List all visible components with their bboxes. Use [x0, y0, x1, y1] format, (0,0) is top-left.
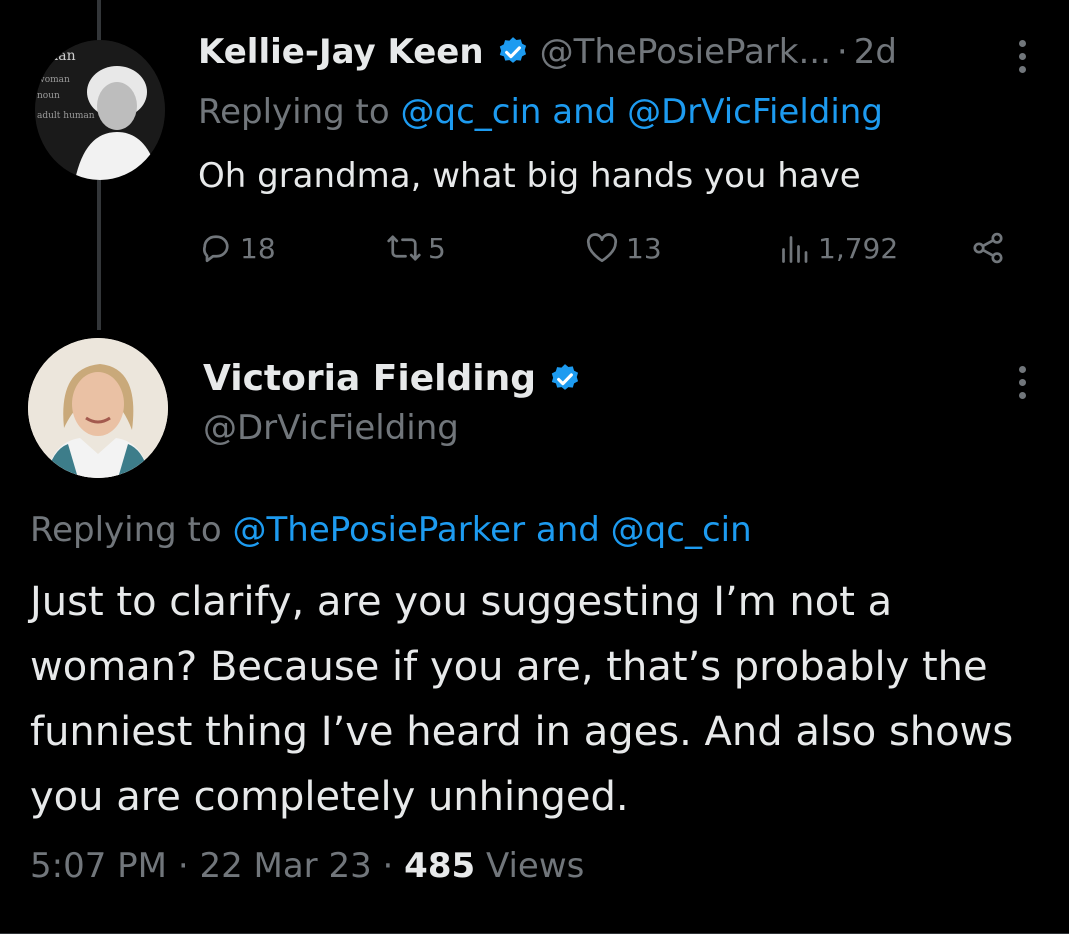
like-button[interactable]: 13 [584, 230, 662, 266]
author-name[interactable]: Victoria Fielding [203, 358, 536, 399]
mention-link[interactable]: @ThePosieParker [233, 510, 526, 550]
author-handle[interactable]: @ThePosiePark... [540, 32, 831, 72]
mention-link[interactable]: @DrVicFielding [627, 92, 883, 132]
action-bar: 18 5 13 1,792 [198, 230, 1018, 276]
views-count: 485 [404, 846, 476, 886]
author-handle[interactable]: @DrVicFielding [203, 408, 459, 448]
author-name-row: Victoria Fielding [203, 358, 592, 399]
replying-and: and [552, 92, 617, 132]
repost-button[interactable]: 5 [386, 230, 446, 266]
tweet-date[interactable]: 22 Mar 23 [199, 846, 371, 886]
replying-to: Replying to @qc_cin and @DrVicFielding [198, 92, 883, 132]
reply-icon [203, 235, 229, 263]
views-count: 1,792 [818, 231, 899, 265]
replying-and: and [535, 510, 600, 550]
repost-icon [387, 235, 421, 261]
author-name[interactable]: Kellie-Jay Keen [198, 32, 484, 72]
verified-badge-icon [551, 363, 579, 390]
tweet-text: Just to clarify, are you suggesting I’m … [30, 579, 1014, 820]
replying-prefix: Replying to [30, 510, 222, 550]
tweet-meta: 5:07 PM · 22 Mar 23 · 485 Views [30, 846, 584, 886]
avatar-text-3: noun [37, 91, 60, 101]
mention-link[interactable]: @qc_cin [401, 92, 542, 132]
views-button[interactable]: 1,792 [776, 230, 898, 266]
avatar-text-2: woman [37, 75, 70, 85]
reply-count: 18 [240, 231, 276, 265]
share-icon [973, 232, 1003, 264]
share-button[interactable] [970, 230, 1012, 266]
timestamp[interactable]: 2d [854, 32, 897, 72]
reply-header: Kellie-Jay Keen @ThePosiePark... · 2d [198, 32, 897, 72]
avatar-text-1: man [45, 48, 76, 64]
avatar-text-4: adult human [37, 111, 95, 121]
reply-button[interactable]: 18 [198, 230, 276, 266]
tweet-time[interactable]: 5:07 PM [30, 846, 167, 886]
repost-count: 5 [428, 231, 446, 265]
verified-badge-icon [499, 37, 526, 63]
separator: · [382, 846, 394, 886]
replying-to: Replying to @ThePosieParker and @qc_cin [30, 510, 752, 550]
main-tweet: Victoria Fielding @DrVicFielding Replyin… [0, 330, 1069, 934]
mention-link[interactable]: @qc_cin [611, 510, 752, 550]
avatar[interactable] [28, 338, 168, 478]
avatar[interactable]: man woman noun adult human [35, 40, 165, 180]
separator: · [177, 846, 189, 886]
views-icon [782, 236, 808, 263]
views-label: Views [485, 846, 585, 886]
replying-prefix: Replying to [198, 92, 390, 132]
more-icon[interactable] [1016, 366, 1028, 399]
separator: · [836, 32, 848, 72]
reply-tweet[interactable]: man woman noun adult human Kellie-Jay Ke… [0, 0, 1069, 300]
more-icon[interactable] [1016, 40, 1028, 73]
like-count: 13 [626, 231, 662, 265]
like-icon [586, 233, 618, 263]
tweet-text: Oh grandma, what big hands you have [198, 156, 861, 196]
